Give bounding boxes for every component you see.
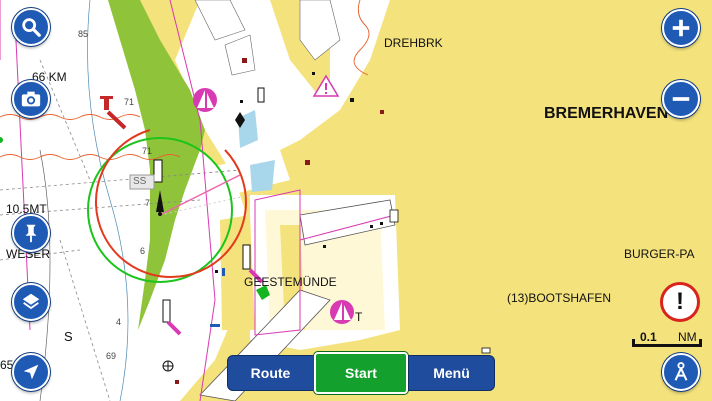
scale-value: 0.1 [640,330,657,344]
pin-icon [25,224,37,243]
label-depth-mt: 10.5MT [6,202,47,216]
start-button[interactable]: Start [314,352,408,394]
bottom-action-bar: Route Start Menü [227,352,495,394]
route-button[interactable]: Route [227,355,314,391]
label-burger-pa: BURGER-PA [624,247,695,261]
label-s: S [64,329,73,344]
depth-6: 6 [140,246,146,256]
layers-icon [22,293,40,310]
scale-tick-right [699,339,702,347]
label-ss: SS [133,176,147,187]
depth-71b: 71 [142,146,153,156]
depth-4: 4 [116,317,122,327]
scale-tick-left [632,339,635,347]
map-scale: 0.1 NM [628,330,706,350]
label-t: T [355,310,363,324]
blue-water-2 [250,160,275,192]
depth-71a: 71 [124,97,135,107]
waypoint-pin-button[interactable] [12,214,50,252]
menu-button[interactable]: Menü [408,355,495,391]
person-icon [674,362,688,381]
scale-bar [632,344,702,347]
warning-icon: ! [676,288,684,315]
depth-7: 7 [145,198,151,208]
label-geestemuende: GEESTEMÜNDE [244,275,337,289]
navigate-button[interactable] [12,353,50,391]
zoom-in-button[interactable] [662,9,700,47]
anchor-person-button[interactable] [662,353,700,391]
label-bremerhaven: BREMERHAVEN [544,105,669,122]
mooring-icon [389,209,491,354]
navigation-arrow-icon [23,364,39,380]
camera-icon [21,91,41,107]
depth-69: 69 [106,351,117,361]
plus-icon [672,19,690,37]
layers-button[interactable] [12,283,50,321]
scale-unit: NM [678,330,697,344]
warning-button[interactable]: ! [660,282,700,322]
search-button[interactable] [12,8,50,46]
minus-icon [672,97,690,101]
zoom-out-button[interactable] [662,80,700,118]
camera-button[interactable] [12,80,50,118]
depth-85: 85 [78,29,89,39]
magnifier-icon [22,18,41,37]
label-bootshafen: (13)BOOTSHAFEN [507,291,612,305]
nautical-chart[interactable] [0,0,712,401]
label-drehbrk: DREHBRK [384,36,443,50]
